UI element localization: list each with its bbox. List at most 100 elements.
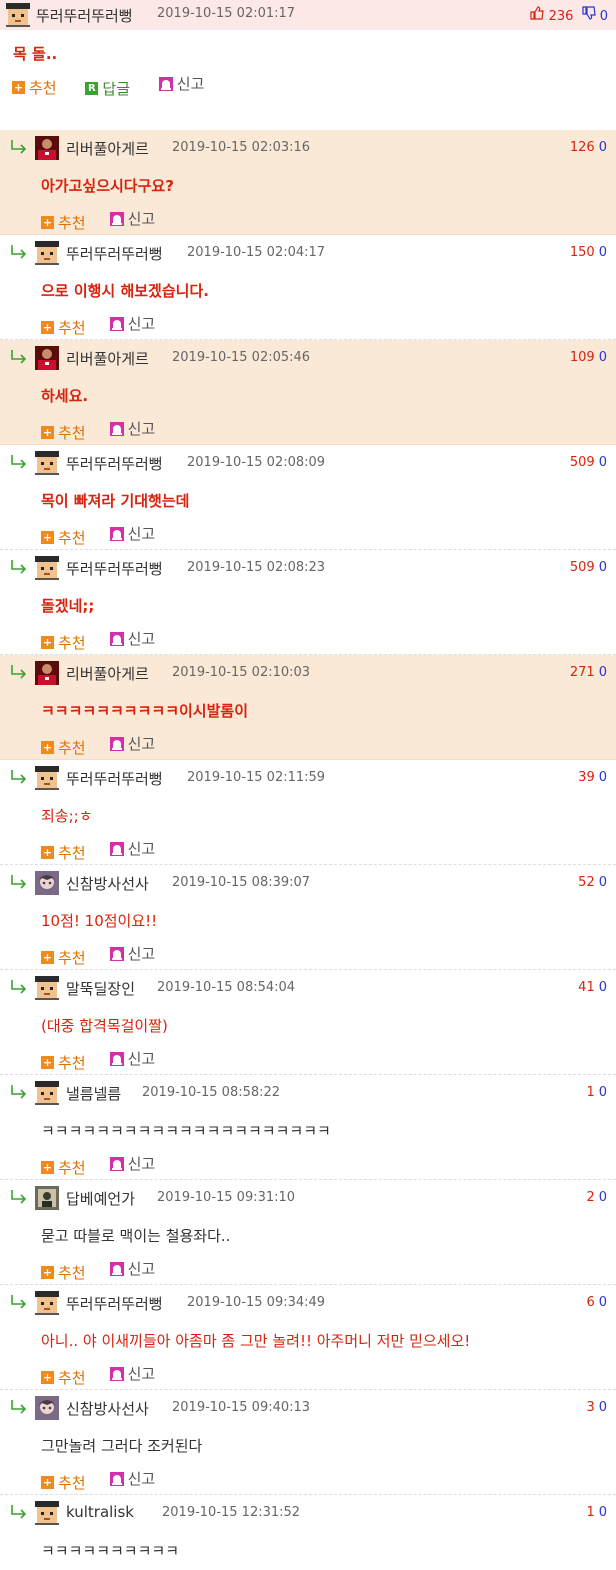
comment-author[interactable]: 뚜러뚜러뚜러뻥 [66, 243, 163, 264]
comment-actions: + 추천 신고 [41, 1153, 179, 1178]
comment-downvote-count[interactable]: 0 [599, 980, 607, 995]
liverpool-player-avatar[interactable] [35, 346, 59, 374]
report-button[interactable]: 신고 [109, 943, 155, 964]
comment-date: 2019-10-15 02:10:03 [172, 665, 311, 680]
pixel-person-avatar[interactable] [35, 766, 59, 794]
post-author[interactable]: 뚜러뚜러뚜러뻥 [36, 5, 133, 26]
comment-downvote-count[interactable]: 0 [599, 1190, 607, 1205]
comment-downvote-count[interactable]: 0 [599, 560, 607, 575]
recommend-button[interactable]: + 추천 [41, 1367, 86, 1388]
photo-avatar[interactable] [35, 1186, 59, 1214]
siren-icon [109, 1156, 124, 1171]
comment-upvote-count[interactable]: 52 [578, 875, 595, 890]
report-button[interactable]: 신고 [109, 628, 155, 649]
comment-downvote-count[interactable]: 0 [599, 455, 607, 470]
plus-icon: + [41, 215, 54, 229]
comment-author[interactable]: 뚜러뚜러뚜러뻥 [66, 768, 163, 789]
report-button[interactable]: 신고 [109, 1048, 155, 1069]
recommend-button[interactable]: + 추천 [41, 842, 86, 863]
comment-downvote-count[interactable]: 0 [599, 1085, 607, 1100]
recommend-button[interactable]: + 추천 [41, 422, 86, 443]
comment-upvote-count[interactable]: 1 [586, 1505, 594, 1520]
pixel-person-avatar[interactable] [35, 1501, 59, 1529]
comment-downvote-count[interactable]: 0 [599, 1295, 607, 1310]
report-button[interactable]: 신고 [109, 1153, 155, 1174]
plus-icon: + [41, 425, 54, 439]
anime-girl-avatar[interactable] [35, 1396, 59, 1424]
report-button[interactable]: 신고 [109, 208, 155, 229]
comment-author[interactable]: 뚜러뚜러뚜러뻥 [66, 1293, 163, 1314]
pixel-person-avatar[interactable] [35, 241, 59, 269]
report-button[interactable]: 신고 [109, 1258, 155, 1279]
comment-votes: 39 0 [578, 770, 607, 785]
comment-author[interactable]: 신참방사선사 [66, 873, 149, 894]
recommend-button[interactable]: + 추천 [12, 77, 57, 98]
comment-author[interactable]: kultralisk [66, 1503, 134, 1521]
comment-downvote-count[interactable]: 0 [599, 1400, 607, 1415]
pixel-person-avatar[interactable] [35, 556, 59, 584]
recommend-button[interactable]: + 추천 [41, 632, 86, 653]
comment-upvote-count[interactable]: 3 [586, 1400, 594, 1415]
comment-upvote-count[interactable]: 509 [570, 455, 595, 470]
comment-author[interactable]: 리버풀아게르 [66, 663, 149, 684]
pixel-person-avatar[interactable] [35, 1291, 59, 1319]
comment-downvote-count[interactable]: 0 [599, 350, 607, 365]
report-button[interactable]: 신고 [109, 733, 155, 754]
comment-upvote-count[interactable]: 109 [570, 350, 595, 365]
comment-date: 2019-10-15 02:04:17 [187, 245, 326, 260]
recommend-button[interactable]: + 추천 [41, 1472, 86, 1493]
liverpool-player-avatar[interactable] [35, 661, 59, 689]
anime-girl-avatar[interactable] [35, 871, 59, 899]
reply-button[interactable]: R 답글 [85, 78, 130, 99]
pixel-person-avatar[interactable] [35, 451, 59, 479]
comment-downvote-count[interactable]: 0 [599, 875, 607, 890]
comment-date: 2019-10-15 09:34:49 [187, 1295, 326, 1310]
recommend-button[interactable]: + 추천 [41, 317, 86, 338]
comment-upvote-count[interactable]: 39 [578, 770, 595, 785]
recommend-button[interactable]: + 추천 [41, 212, 86, 233]
comment-upvote-count[interactable]: 126 [570, 140, 595, 155]
comment-upvote-count[interactable]: 150 [570, 245, 595, 260]
comment-author[interactable]: 신참방사선사 [66, 1398, 149, 1419]
report-button[interactable]: 신고 [158, 73, 204, 94]
comment-upvote-count[interactable]: 271 [570, 665, 595, 680]
recommend-button[interactable]: + 추천 [41, 527, 86, 548]
comment-upvote-count[interactable]: 6 [586, 1295, 594, 1310]
comment-downvote-count[interactable]: 0 [599, 1505, 607, 1520]
comment-author[interactable]: 말뚝딜장인 [66, 978, 135, 999]
report-button[interactable]: 신고 [109, 523, 155, 544]
comment-downvote-count[interactable]: 0 [599, 770, 607, 785]
comment-upvote-count[interactable]: 1 [586, 1085, 594, 1100]
comment-author[interactable]: 리버풀아게르 [66, 348, 149, 369]
thumbs-down-icon[interactable] [581, 6, 600, 24]
recommend-button[interactable]: + 추천 [41, 737, 86, 758]
comment-upvote-count[interactable]: 2 [586, 1190, 594, 1205]
reply-arrow-icon [10, 349, 30, 369]
comment-author[interactable]: 뚜러뚜러뚜러뻥 [66, 453, 163, 474]
recommend-button[interactable]: + 추천 [41, 1262, 86, 1283]
comment-downvote-count[interactable]: 0 [599, 140, 607, 155]
liverpool-player-avatar[interactable] [35, 136, 59, 164]
report-button[interactable]: 신고 [109, 418, 155, 439]
comment-author[interactable]: 답베예언가 [66, 1188, 135, 1209]
comment-item: 뚜러뚜러뚜러뻥 2019-10-15 02:08:23 509 0 돌겠네;; + 추천 신고 [0, 550, 616, 655]
comment-downvote-count[interactable]: 0 [599, 665, 607, 680]
pixel-person-avatar[interactable] [35, 1081, 59, 1109]
report-button[interactable]: 신고 [109, 313, 155, 334]
report-button[interactable]: 신고 [109, 1468, 155, 1489]
report-button[interactable]: 신고 [109, 838, 155, 859]
comment-author[interactable]: 리버풀아게르 [66, 138, 149, 159]
report-button[interactable]: 신고 [109, 1363, 155, 1384]
comment-author[interactable]: 낼름넬름 [66, 1083, 121, 1104]
comment-upvote-count[interactable]: 509 [570, 560, 595, 575]
recommend-button[interactable]: + 추천 [41, 1157, 86, 1178]
comment-author[interactable]: 뚜러뚜러뚜러뻥 [66, 558, 163, 579]
reply-arrow-icon [10, 1504, 30, 1524]
recommend-button[interactable]: + 추천 [41, 1052, 86, 1073]
thumbs-up-icon[interactable] [530, 6, 548, 24]
pixel-person-avatar[interactable] [6, 3, 30, 31]
pixel-person-avatar[interactable] [35, 976, 59, 1004]
comment-upvote-count[interactable]: 41 [578, 980, 595, 995]
recommend-button[interactable]: + 추천 [41, 947, 86, 968]
comment-downvote-count[interactable]: 0 [599, 245, 607, 260]
